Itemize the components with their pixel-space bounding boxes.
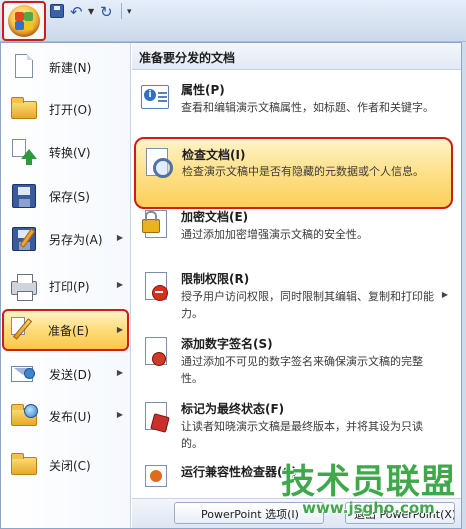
- submenu-arrow-icon: ▶: [116, 325, 123, 334]
- open-folder-icon: [9, 94, 39, 124]
- menu-item-label: 关闭(C): [49, 458, 91, 473]
- submenu-item-desc: 让读者知晓演示文稿是最终版本，并将其设为只读的。: [181, 420, 423, 450]
- new-document-icon: [9, 52, 39, 82]
- menu-item-label: 准备(E): [48, 323, 89, 338]
- office-logo-icon: [8, 5, 40, 37]
- office-button[interactable]: [2, 1, 46, 41]
- menu-item-prepare[interactable]: 准备(E) ▶: [2, 309, 129, 351]
- submenu-arrow-icon: ▶: [116, 280, 123, 289]
- undo-icon[interactable]: ↶: [70, 4, 83, 20]
- convert-icon: [9, 137, 39, 167]
- menu-footer: PowerPoint 选项(I) 退出 PowerPoint(X): [132, 498, 461, 528]
- submenu-item-compatibility-checker[interactable]: 运行兼容性检查器(C): [132, 463, 461, 493]
- submenu-arrow-icon: ▶: [116, 368, 123, 377]
- submenu-item-title: 运行兼容性检查器(C): [181, 465, 297, 479]
- mark-final-icon: [139, 400, 173, 434]
- submenu-item-desc: 通过添加不可见的数字签名来确保演示文稿的完整性。: [181, 355, 423, 385]
- submenu-item-desc: 查看和编辑演示文稿属性，如标题、作者和关键字。: [181, 101, 434, 114]
- save-disk-icon: [9, 181, 39, 211]
- menu-item-convert[interactable]: 转换(V): [5, 132, 127, 172]
- menu-item-label: 发布(U): [49, 409, 92, 424]
- powerpoint-options-button[interactable]: PowerPoint 选项(I): [174, 502, 324, 524]
- menu-item-label: 打印(P): [49, 279, 90, 294]
- menu-item-label: 保存(S): [49, 189, 90, 204]
- quick-access-toolbar: ↶ ▼ ↻ ▾: [0, 0, 466, 42]
- menu-item-label: 新建(N): [49, 60, 92, 75]
- submenu-item-title: 加密文档(E): [181, 210, 249, 224]
- exit-powerpoint-button[interactable]: 退出 PowerPoint(X): [345, 502, 455, 524]
- menu-item-open[interactable]: 打开(O): [5, 89, 127, 129]
- restrict-permission-icon: [139, 270, 173, 304]
- printer-icon: [9, 271, 39, 301]
- menu-item-send[interactable]: 发送(D) ▶: [5, 354, 127, 394]
- menu-item-save[interactable]: 保存(S): [5, 176, 127, 216]
- submenu-item-title: 属性(P): [181, 83, 225, 97]
- menu-item-save-as[interactable]: 另存为(A) ▶: [5, 219, 127, 259]
- menu-item-label: 转换(V): [49, 145, 91, 160]
- submenu-item-restrict-permission[interactable]: 限制权限(R) 授予用户访问权限，同时限制其编辑、复制和打印能力。 ▶: [132, 270, 461, 322]
- customize-toolbar-icon[interactable]: ▾: [127, 4, 132, 20]
- submenu-arrow-icon: ▶: [441, 290, 448, 299]
- menu-item-label: 另存为(A): [49, 232, 103, 247]
- office-menu-commands: 新建(N) 打开(O) 转换(V) 保存(S) 另存为(A) ▶ 打印(P) ▶…: [1, 43, 131, 528]
- submenu-item-desc: 检查演示文稿中是否有隐藏的元数据或个人信息。: [182, 165, 424, 178]
- submenu-item-inspect-document[interactable]: 检查文档(I) 检查演示文稿中是否有隐藏的元数据或个人信息。: [134, 137, 453, 209]
- submenu-item-mark-as-final[interactable]: 标记为最终状态(F) 让读者知晓演示文稿是最终版本，并将其设为只读的。: [132, 400, 461, 452]
- submenu-item-desc: 通过添加加密增强演示文稿的安全性。: [181, 228, 368, 241]
- submenu-item-desc: 授予用户访问权限，同时限制其编辑、复制和打印能力。: [181, 290, 434, 320]
- submenu-arrow-icon: ▶: [116, 410, 123, 419]
- menu-item-close[interactable]: 关闭(C): [5, 445, 127, 485]
- menu-item-new[interactable]: 新建(N): [5, 47, 127, 87]
- submenu-item-title: 限制权限(R): [181, 272, 250, 286]
- submenu-arrow-icon: ▶: [116, 233, 123, 242]
- submenu-item-title: 检查文档(I): [182, 148, 246, 162]
- encrypt-lock-icon: [139, 208, 173, 242]
- menu-item-publish[interactable]: 发布(U) ▶: [5, 396, 127, 436]
- submenu-item-encrypt-document[interactable]: 加密文档(E) 通过添加加密增强演示文稿的安全性。: [132, 208, 461, 248]
- properties-icon: [139, 81, 173, 115]
- publish-icon: [9, 401, 39, 431]
- prepare-submenu: 准备要分发的文档 属性(P) 查看和编辑演示文稿属性，如标题、作者和关键字。 检…: [132, 43, 461, 528]
- menu-item-label: 发送(D): [49, 367, 92, 382]
- submenu-item-add-signature[interactable]: 添加数字签名(S) 通过添加不可见的数字签名来确保演示文稿的完整性。: [132, 335, 461, 387]
- submenu-item-properties[interactable]: 属性(P) 查看和编辑演示文稿属性，如标题、作者和关键字。: [132, 81, 461, 133]
- inspect-document-icon: [142, 146, 176, 180]
- close-folder-icon: [9, 450, 39, 480]
- office-menu: 新建(N) 打开(O) 转换(V) 保存(S) 另存为(A) ▶ 打印(P) ▶…: [0, 42, 462, 529]
- submenu-item-title: 添加数字签名(S): [181, 337, 273, 351]
- undo-dropdown-icon[interactable]: ▼: [88, 4, 94, 20]
- toolbar-divider: [121, 3, 122, 19]
- digital-signature-icon: [139, 335, 173, 369]
- submenu-item-title: 标记为最终状态(F): [181, 402, 285, 416]
- menu-item-print[interactable]: 打印(P) ▶: [5, 266, 127, 306]
- send-icon: [9, 359, 39, 389]
- compatibility-icon: [139, 463, 173, 497]
- save-as-icon: [9, 224, 39, 254]
- redo-icon[interactable]: ↻: [100, 4, 113, 20]
- prepare-icon: [8, 315, 38, 345]
- menu-item-label: 打开(O): [49, 102, 92, 117]
- submenu-header: 准备要分发的文档: [132, 43, 461, 70]
- save-icon[interactable]: [50, 4, 64, 18]
